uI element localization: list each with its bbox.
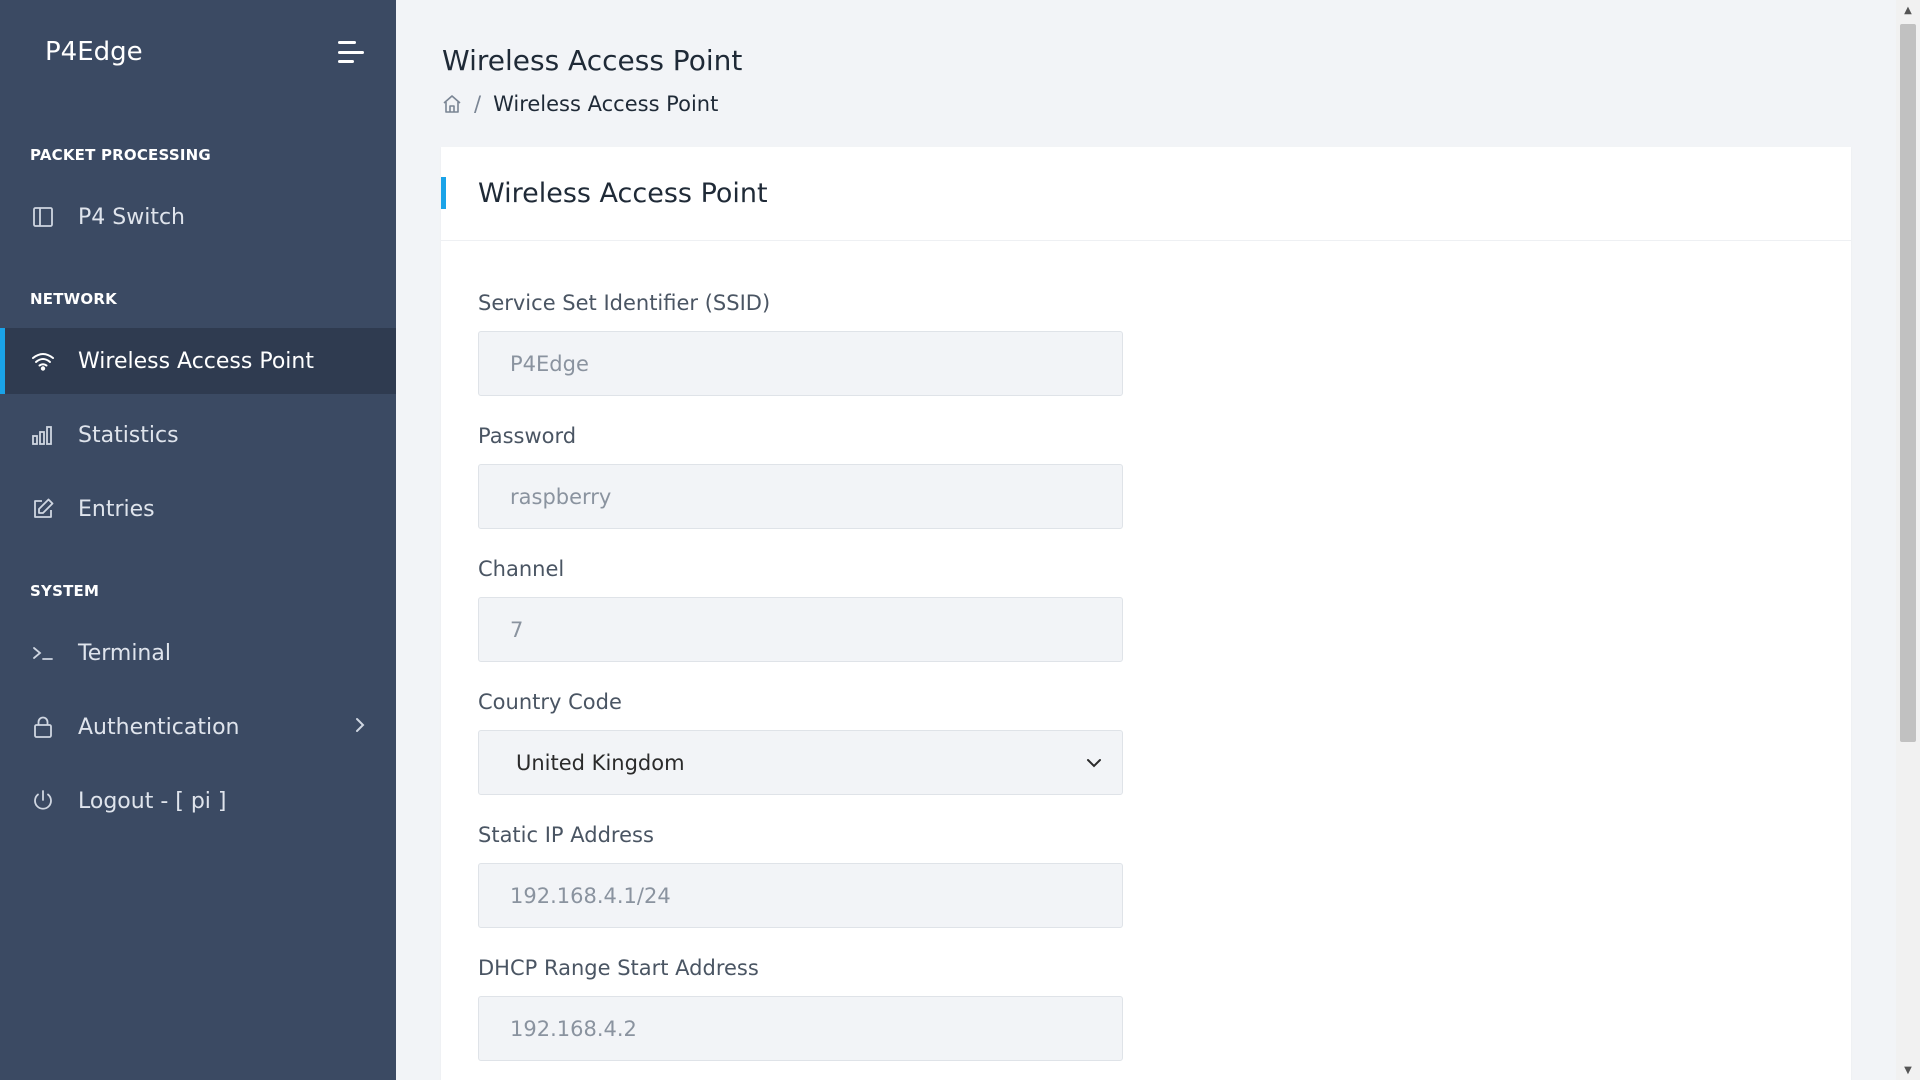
- ssid-input[interactable]: P4Edge: [478, 331, 1123, 396]
- sidebar-item-label: Entries: [78, 496, 155, 522]
- sidebar-item-label: Authentication: [78, 714, 240, 740]
- sidebar-item-label: Logout - [ pi ]: [78, 788, 227, 814]
- scroll-up-arrow-icon[interactable]: ▲: [1896, 0, 1920, 20]
- wifi-icon: [30, 348, 56, 374]
- sidebar-item-logout[interactable]: Logout - [ pi ]: [0, 768, 396, 834]
- dhcp-start-label: DHCP Range Start Address: [478, 956, 759, 980]
- terminal-icon: [30, 640, 56, 666]
- home-icon[interactable]: [442, 94, 462, 114]
- sidebar-item-entries[interactable]: Entries: [0, 476, 396, 542]
- scroll-down-arrow-icon[interactable]: ▼: [1896, 1060, 1920, 1080]
- section-title-network: NETWORK: [30, 290, 117, 308]
- card-title: Wireless Access Point: [478, 178, 768, 209]
- country-code-field-group: Country Code United Kingdom: [478, 690, 1851, 795]
- sidebar-header: P4Edge: [0, 0, 396, 104]
- vertical-scrollbar[interactable]: ▲ ▼: [1896, 0, 1920, 1080]
- main-content: Wireless Access Point / Wireless Access …: [396, 0, 1896, 1080]
- lock-icon: [30, 714, 56, 740]
- sidebar-item-label: Terminal: [78, 640, 171, 666]
- section-title-system: SYSTEM: [30, 582, 100, 600]
- dhcp-start-input[interactable]: 192.168.4.2: [478, 996, 1123, 1061]
- sidebar-item-label: Wireless Access Point: [78, 348, 314, 374]
- page-title: Wireless Access Point: [442, 44, 743, 77]
- sidebar-item-label: P4 Switch: [78, 204, 185, 230]
- static-ip-label: Static IP Address: [478, 823, 654, 847]
- section-title-packet-processing: PACKET PROCESSING: [30, 146, 211, 164]
- country-code-select[interactable]: United Kingdom: [478, 730, 1123, 795]
- sidebar-item-statistics[interactable]: Statistics: [0, 402, 396, 468]
- breadcrumb: / Wireless Access Point: [442, 92, 718, 116]
- card-header: Wireless Access Point: [441, 147, 1851, 241]
- static-ip-input[interactable]: 192.168.4.1/24: [478, 863, 1123, 928]
- edit-icon: [30, 496, 56, 522]
- ssid-label: Service Set Identifier (SSID): [478, 291, 771, 315]
- wap-card: Wireless Access Point Service Set Identi…: [441, 147, 1851, 1080]
- ssid-field-group: Service Set Identifier (SSID) P4Edge: [478, 291, 1851, 396]
- password-input[interactable]: raspberry: [478, 464, 1123, 529]
- country-code-label: Country Code: [478, 690, 622, 714]
- brand-logo[interactable]: P4Edge: [45, 37, 143, 67]
- static-ip-field-group: Static IP Address 192.168.4.1/24: [478, 823, 1851, 928]
- country-code-value: United Kingdom: [516, 750, 685, 775]
- scroll-thumb[interactable]: [1900, 24, 1916, 742]
- sidebar: P4Edge PACKET PROCESSING P4 Switch NETWO…: [0, 0, 396, 1080]
- sidebar-item-p4-switch[interactable]: P4 Switch: [0, 184, 396, 250]
- chevron-down-icon: [1086, 758, 1102, 768]
- breadcrumb-separator: /: [474, 92, 482, 116]
- sidebar-item-wireless-access-point[interactable]: Wireless Access Point: [0, 328, 396, 394]
- panel-icon: [30, 204, 56, 230]
- bar-chart-icon: [30, 422, 56, 448]
- sidebar-item-terminal[interactable]: Terminal: [0, 620, 396, 686]
- power-icon: [30, 788, 56, 814]
- dhcp-start-field-group: DHCP Range Start Address 192.168.4.2: [478, 956, 1851, 1061]
- password-label: Password: [478, 424, 577, 448]
- channel-label: Channel: [478, 557, 565, 581]
- menu-toggle-icon[interactable]: [338, 41, 366, 63]
- breadcrumb-current: Wireless Access Point: [493, 92, 719, 116]
- chevron-right-icon: [354, 715, 366, 740]
- channel-input[interactable]: 7: [478, 597, 1123, 662]
- sidebar-item-label: Statistics: [78, 422, 179, 448]
- wap-form: Service Set Identifier (SSID) P4Edge Pas…: [441, 241, 1851, 1061]
- password-field-group: Password raspberry: [478, 424, 1851, 529]
- sidebar-item-authentication[interactable]: Authentication: [0, 694, 396, 760]
- channel-field-group: Channel 7: [478, 557, 1851, 662]
